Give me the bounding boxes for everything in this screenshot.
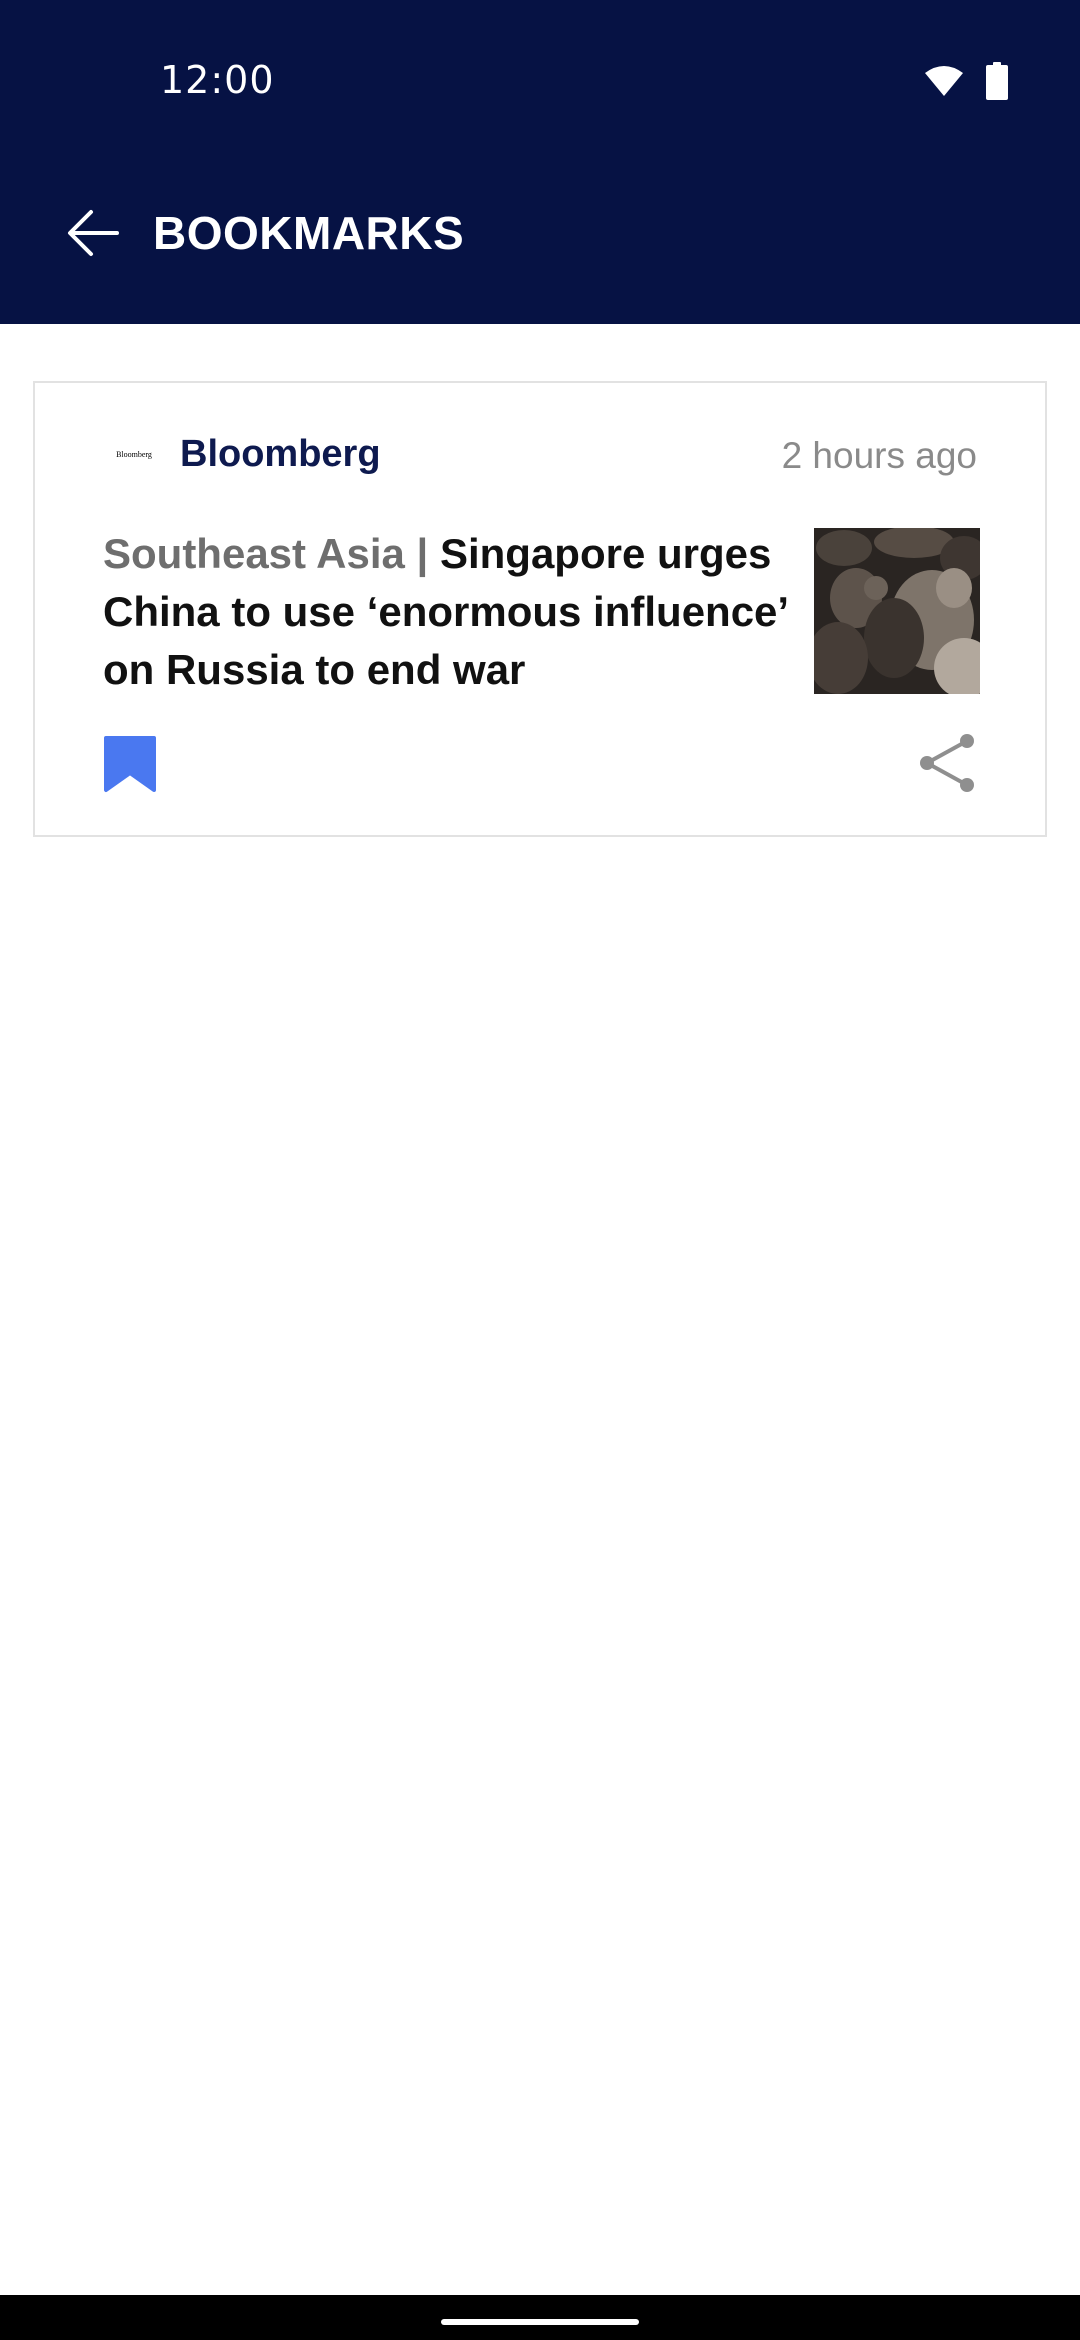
back-button[interactable] xyxy=(58,198,128,268)
bookmark-card[interactable]: Bloomberg Bloomberg 2 hours ago Southeas… xyxy=(33,381,1047,837)
home-indicator[interactable] xyxy=(441,2319,639,2325)
arrow-left-icon xyxy=(68,210,119,256)
wifi-icon xyxy=(924,65,964,102)
share-button[interactable] xyxy=(917,733,981,797)
battery-icon xyxy=(986,62,1008,105)
system-nav-bar xyxy=(0,2295,1080,2340)
status-bar: 12:00 xyxy=(0,0,1080,160)
page-title: BOOKMARKS xyxy=(153,207,465,259)
article-thumbnail[interactable] xyxy=(814,528,980,694)
bookmark-filled-icon xyxy=(104,736,156,792)
article-headline[interactable]: Southeast Asia | Singapore urges China t… xyxy=(103,525,803,699)
app-bar: BOOKMARKS xyxy=(0,160,1080,324)
source-name[interactable]: Bloomberg xyxy=(180,433,381,476)
source-logo: Bloomberg xyxy=(110,443,158,467)
status-icons xyxy=(924,62,1008,105)
timestamp: 2 hours ago xyxy=(781,435,977,476)
bookmark-button[interactable] xyxy=(103,735,163,799)
thumbnail-image xyxy=(814,528,980,694)
status-time: 12:00 xyxy=(160,58,275,102)
share-icon xyxy=(920,734,974,792)
article-section: Southeast Asia | xyxy=(103,530,440,577)
source-logo-text: Bloomberg xyxy=(116,450,152,459)
